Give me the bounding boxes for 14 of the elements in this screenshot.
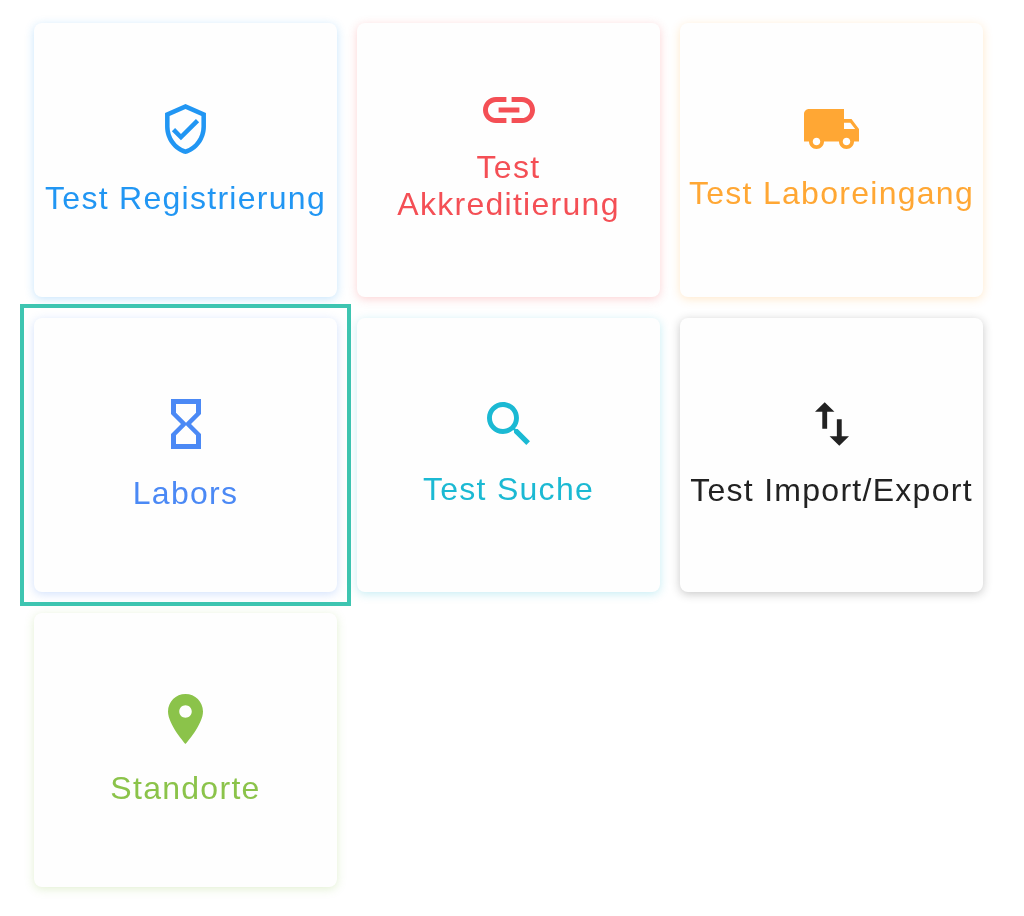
link-icon: [482, 97, 535, 123]
up-down-arrows-icon: [814, 401, 849, 446]
map-pin-icon: [168, 693, 203, 744]
shield-check-icon: [165, 103, 206, 154]
hourglass-icon: [170, 398, 201, 449]
menu-tile[interactable]: Test Registrierung: [34, 23, 337, 297]
menu-tile[interactable]: Test Akkreditierung: [357, 23, 660, 297]
search-icon: [487, 402, 530, 445]
menu-tile[interactable]: Labors: [34, 318, 337, 592]
menu-tile[interactable]: Standorte: [34, 613, 337, 887]
menu-tile[interactable]: Test Import/Export: [680, 318, 983, 592]
menu-tile[interactable]: Test Suche: [357, 318, 660, 592]
truck-icon: [804, 108, 859, 149]
menu-tile[interactable]: Test Laboreingang: [680, 23, 983, 297]
